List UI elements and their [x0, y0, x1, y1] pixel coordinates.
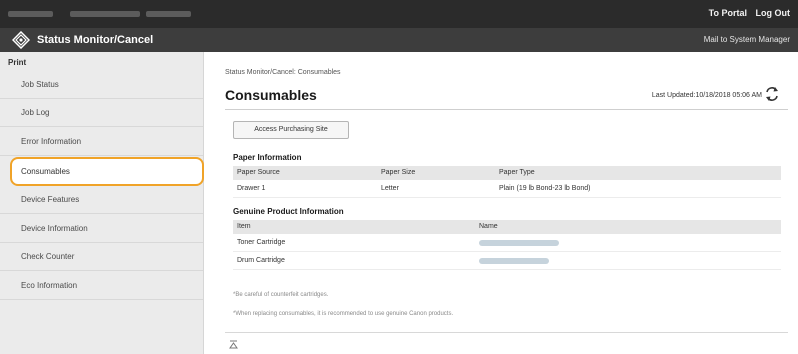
paper-type-cell: Plain (19 lb Bond-23 lb Bond)	[499, 185, 591, 192]
sidebar-item-label: Job Log	[21, 108, 50, 117]
sidebar-item-label: Consumables	[21, 167, 70, 176]
table-row: Drawer 1 Letter Plain (19 lb Bond-23 lb …	[233, 180, 781, 198]
footer-divider	[225, 332, 788, 333]
sidebar-item-label: Device Information	[21, 224, 88, 233]
table-header: Paper Source Paper Size Paper Type	[233, 166, 781, 180]
counterfeit-note: *Be careful of counterfeit cartridges.	[233, 292, 329, 298]
sidebar-item-label: Device Features	[21, 195, 80, 204]
sidebar-item-label: Error Information	[21, 137, 82, 146]
column-header-item: Item	[237, 223, 251, 230]
back-to-top-icon[interactable]	[229, 340, 238, 349]
sidebar-item-label: Job Status	[21, 80, 59, 89]
column-header-paper-type: Paper Type	[499, 169, 535, 176]
last-updated: Last Updated:10/18/2018 05:06 AM	[651, 92, 762, 99]
title-divider	[225, 109, 788, 110]
column-header-name: Name	[479, 223, 498, 230]
genuine-recommendation-note: *When replacing consumables, it is recom…	[233, 311, 454, 317]
page-title: Consumables	[225, 87, 317, 103]
sidebar-item-job-status[interactable]: Job Status	[0, 71, 203, 99]
product-name-blurred	[479, 240, 559, 246]
sidebar-item-consumables[interactable]: Consumables	[10, 157, 204, 186]
sidebar-item-eco-information[interactable]: Eco Information	[0, 272, 203, 300]
sidebar-section-print: Print	[8, 58, 27, 67]
column-header-paper-source: Paper Source	[237, 169, 280, 176]
title-bar: Status Monitor/Cancel Mail to System Man…	[0, 28, 798, 52]
sidebar-item-label: Eco Information	[21, 281, 78, 290]
log-out-link[interactable]: Log Out	[756, 8, 791, 18]
item-cell: Drum Cartridge	[237, 257, 285, 264]
sidebar-item-check-counter[interactable]: Check Counter	[0, 243, 203, 271]
top-bar: To Portal Log Out	[0, 0, 798, 28]
sidebar-item-job-log[interactable]: Job Log	[0, 99, 203, 127]
paper-information-heading: Paper Information	[233, 153, 302, 162]
access-purchasing-site-button[interactable]: Access Purchasing Site	[233, 121, 349, 139]
main-content: Status Monitor/Cancel: Consumables Consu…	[205, 52, 798, 354]
table-row: Toner Cartridge	[233, 234, 781, 252]
table-header: Item Name	[233, 220, 781, 234]
genuine-product-information-heading: Genuine Product Information	[233, 207, 344, 216]
genuine-product-table: Item Name Toner Cartridge Drum Cartridge	[233, 220, 781, 270]
app-title: Status Monitor/Cancel	[37, 34, 154, 46]
sidebar-item-device-information[interactable]: Device Information	[0, 215, 203, 243]
to-portal-link[interactable]: To Portal	[709, 8, 747, 18]
column-header-paper-size: Paper Size	[381, 169, 416, 176]
item-cell: Toner Cartridge	[237, 239, 286, 246]
table-row: Drum Cartridge	[233, 252, 781, 270]
paper-source-cell: Drawer 1	[237, 185, 266, 192]
sidebar-item-device-features[interactable]: Device Features	[0, 186, 203, 214]
mail-to-system-manager-link[interactable]: Mail to System Manager	[704, 35, 790, 44]
paper-size-cell: Letter	[381, 185, 399, 192]
refresh-icon[interactable]	[764, 86, 780, 102]
paper-information-table: Paper Source Paper Size Paper Type Drawe…	[233, 166, 781, 198]
sidebar: Print Job Status Job Log Error Informati…	[0, 52, 204, 354]
breadcrumb: Status Monitor/Cancel: Consumables	[225, 69, 341, 76]
canon-emblem-icon	[12, 31, 30, 49]
top-links: To Portal Log Out	[703, 8, 790, 18]
device-name-blurred	[8, 8, 308, 20]
sidebar-item-label: Check Counter	[21, 252, 75, 261]
product-name-blurred	[479, 258, 549, 264]
sidebar-item-error-information[interactable]: Error Information	[0, 128, 203, 156]
